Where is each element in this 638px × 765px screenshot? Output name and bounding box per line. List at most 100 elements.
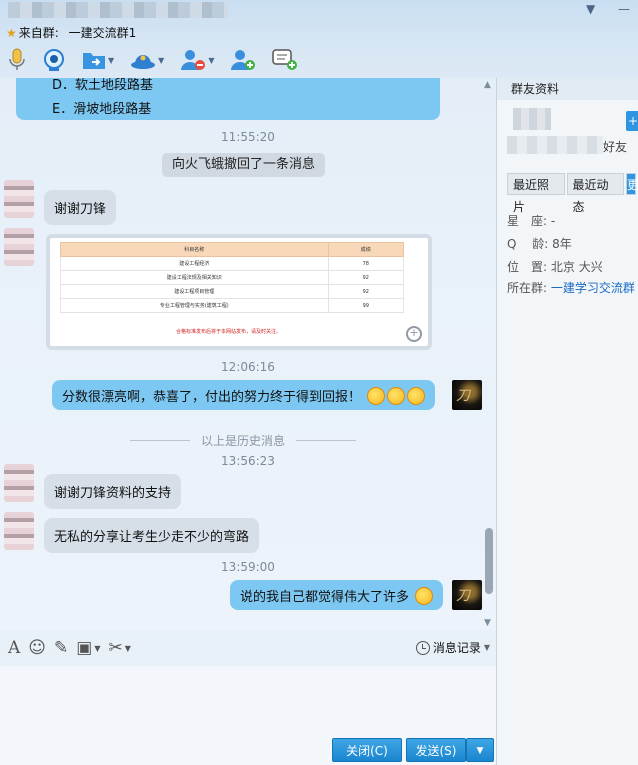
avatar[interactable] bbox=[4, 512, 34, 550]
tab-recent-photos[interactable]: 最近照片 bbox=[507, 173, 565, 214]
history-label: 消息记录 bbox=[432, 641, 481, 655]
message-history-button[interactable]: 消息记录 ▼ bbox=[415, 639, 490, 656]
scroll-down-icon[interactable]: ▼ bbox=[484, 618, 491, 628]
message-add-icon bbox=[272, 49, 298, 70]
chevron-down-icon[interactable]: ▼ bbox=[94, 644, 100, 653]
table-row: 建设工程法规及相关知识 92 bbox=[60, 270, 405, 285]
table-cell: 建设工程经济 bbox=[60, 256, 329, 271]
friend-label: 好友 bbox=[603, 140, 628, 154]
table-header: 科目名称 bbox=[60, 242, 329, 257]
message-bubble: 无私的分享让考生少走不少的弯路 bbox=[44, 518, 260, 553]
member-name-blurred bbox=[513, 108, 551, 130]
close-window-icon[interactable]: — bbox=[618, 2, 630, 16]
info-qq-age: Q 龄: 8年 bbox=[507, 237, 572, 251]
remove-member-button[interactable]: ▼ bbox=[180, 45, 214, 75]
microphone-icon bbox=[9, 48, 25, 70]
message-text: 说的我自己都觉得伟大了许多 bbox=[240, 590, 410, 605]
chat-toolbar: ▼ ▼ ▼ bbox=[0, 44, 306, 76]
remove-user-icon bbox=[181, 50, 206, 70]
group-link[interactable]: 一建学习交流群 bbox=[551, 281, 635, 295]
message-text: E．滑坡地段路基 bbox=[52, 102, 152, 117]
avatar[interactable] bbox=[4, 228, 34, 266]
message-text: 分数很漂亮啊，恭喜了，付出的努力终于得到回报！ bbox=[62, 390, 362, 405]
voice-call-button[interactable] bbox=[8, 45, 26, 75]
message-text: 无私的分享让考生少走不少的弯路 bbox=[54, 530, 250, 545]
history-divider: 以上是历史消息 bbox=[130, 432, 356, 449]
message-text: 谢谢刀锋资料的支持 bbox=[54, 486, 172, 501]
scrollbar[interactable]: ▲ ▼ bbox=[482, 78, 496, 630]
group-name[interactable]: 一建交流群1 bbox=[69, 26, 137, 40]
edit-icon[interactable]: ✎ bbox=[54, 638, 68, 658]
chevron-down-icon[interactable]: ▼ bbox=[208, 56, 214, 65]
message-list[interactable]: D．软土地段路基 E．滑坡地段路基 11:55:20 向火飞蛾撤回了一条消息 谢… bbox=[0, 78, 496, 630]
table-row: 建设工程经济 78 bbox=[60, 256, 405, 271]
input-toolbar: A ☺ ✎ ▣ ▼ ✂ ▼ 消息记录 ▼ bbox=[0, 630, 496, 666]
score-note: 合格标准发布后将于本网站发布，请及时关注。 bbox=[176, 329, 282, 335]
add-user-icon bbox=[231, 50, 256, 70]
star-icon: ★ bbox=[6, 26, 17, 40]
minimize-icon[interactable]: ▼ bbox=[586, 2, 595, 16]
folder-icon bbox=[83, 53, 105, 69]
my-avatar[interactable]: 刀 bbox=[452, 380, 482, 410]
emoji-icon bbox=[387, 387, 406, 405]
chevron-down-icon[interactable]: ▼ bbox=[125, 644, 131, 653]
tab-more[interactable]: 更 bbox=[626, 173, 638, 195]
profile-tabs: 最近照片 最近动态 更 bbox=[507, 173, 638, 214]
image-icon[interactable]: ▣ ▼ bbox=[76, 638, 100, 658]
add-friend-button[interactable]: + bbox=[626, 111, 638, 131]
scroll-up-icon[interactable]: ▲ bbox=[484, 80, 491, 90]
font-icon[interactable]: A bbox=[8, 638, 20, 658]
table-cell: 建设工程法规及相关知识 bbox=[60, 270, 329, 285]
emoji-icon bbox=[407, 387, 426, 405]
message-bubble: 说的我自己都觉得伟大了许多 bbox=[230, 580, 444, 610]
avatar[interactable] bbox=[4, 180, 34, 218]
chevron-down-icon[interactable]: ▼ bbox=[108, 56, 114, 65]
new-message-button[interactable] bbox=[272, 45, 298, 75]
message-bubble: 谢谢刀锋 bbox=[44, 190, 117, 225]
friend-status-blurred bbox=[507, 136, 603, 154]
screenshot-icon[interactable]: ✂ ▼ bbox=[108, 638, 130, 658]
group-source: ★ 来自群: 一建交流群1 bbox=[6, 24, 136, 41]
hat-icon bbox=[131, 55, 156, 69]
image-message[interactable]: 科目名称 成绩 建设工程经济 78 建设工程法规及相关知识 92 建设工程项目管理 9… bbox=[46, 234, 432, 350]
message-text: 谢谢刀锋 bbox=[54, 202, 107, 217]
message-bubble: 谢谢刀锋资料的支持 bbox=[44, 474, 182, 509]
table-row: 专业工程管理与实务(建筑工程) 99 bbox=[60, 298, 405, 313]
my-avatar[interactable]: 刀 bbox=[452, 580, 482, 610]
emoji-icon bbox=[367, 387, 386, 405]
chat-header: ▼ — ★ 来自群: 一建交流群1 ▼ ▼ ▼ bbox=[0, 0, 638, 78]
table-cell: 92 bbox=[327, 270, 405, 285]
window-title-blurred bbox=[8, 2, 228, 18]
table-cell: 建设工程项目管理 bbox=[60, 284, 329, 299]
video-call-button[interactable] bbox=[42, 45, 66, 75]
message-text: D．软土地段路基 bbox=[52, 78, 154, 93]
emoji-icon bbox=[415, 587, 434, 605]
info-zodiac: 星 座: - bbox=[507, 214, 556, 228]
table-cell: 99 bbox=[327, 298, 405, 313]
send-button[interactable]: 发送(S) bbox=[406, 738, 466, 762]
app-button[interactable]: ▼ bbox=[130, 45, 164, 75]
chevron-down-icon[interactable]: ▼ bbox=[158, 56, 164, 65]
chevron-down-icon[interactable]: ▼ bbox=[484, 643, 490, 652]
member-info-panel: 群友资料 + 好友 最近照片 最近动态 更 星 座: - Q 龄: 8年 位 置… bbox=[496, 78, 638, 765]
zoom-icon[interactable]: + bbox=[406, 326, 422, 342]
send-file-button[interactable]: ▼ bbox=[82, 45, 114, 75]
close-button[interactable]: 关闭(C) bbox=[332, 738, 402, 762]
table-header: 成绩 bbox=[327, 242, 405, 257]
tab-recent-activity[interactable]: 最近动态 bbox=[566, 173, 624, 214]
scroll-thumb[interactable] bbox=[485, 528, 493, 594]
camera-icon bbox=[44, 49, 64, 71]
add-member-button[interactable] bbox=[230, 45, 256, 75]
avatar[interactable] bbox=[4, 464, 34, 502]
timestamp: 12:06:16 bbox=[221, 360, 275, 374]
source-prefix: 来自群: bbox=[18, 26, 59, 40]
send-options-button[interactable]: ▼ bbox=[466, 738, 494, 762]
timestamp: 11:55:20 bbox=[221, 130, 275, 144]
message-bubble: D．软土地段路基 E．滑坡地段路基 bbox=[16, 78, 440, 120]
message-bubble: 分数很漂亮啊，恭喜了，付出的努力终于得到回报！ bbox=[52, 380, 436, 410]
info-group: 所在群: 一建学习交流群 bbox=[507, 281, 635, 295]
info-location: 位 置: 北京 大兴 bbox=[507, 260, 603, 274]
emoji-picker-icon[interactable]: ☺ bbox=[28, 638, 46, 658]
recall-notice: 向火飞蛾撤回了一条消息 bbox=[162, 153, 326, 177]
table-cell: 78 bbox=[327, 256, 405, 271]
